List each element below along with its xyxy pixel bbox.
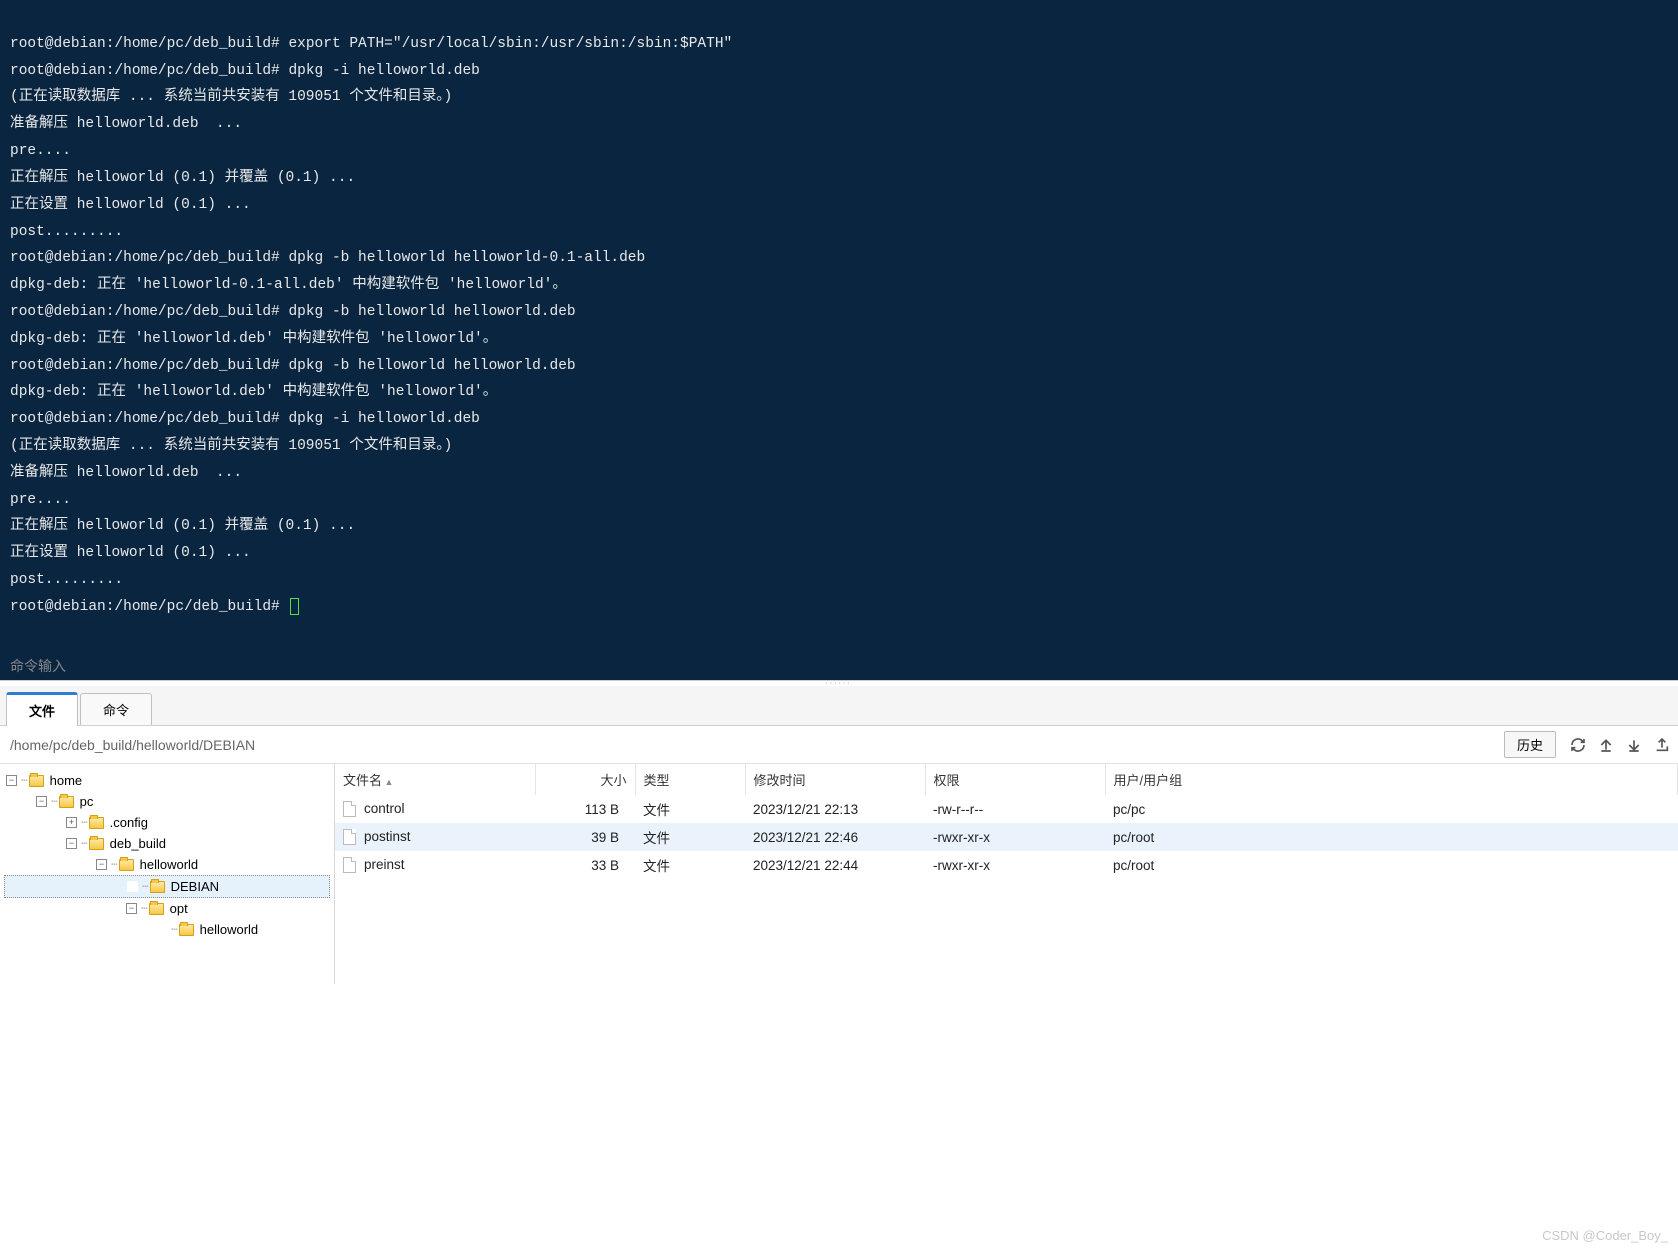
terminal-line: root@debian:/home/pc/deb_build# xyxy=(10,594,1668,621)
folder-icon xyxy=(89,817,104,829)
tree-label: helloworld xyxy=(140,857,199,872)
terminal-line: dpkg-deb: 正在 'helloworld.deb' 中构建软件包 'he… xyxy=(10,379,1668,406)
file-list-header[interactable]: 文件名 大小 类型 修改时间 权限 用户/用户组 xyxy=(335,764,1678,795)
file-icon xyxy=(343,857,356,873)
file-list[interactable]: 文件名 大小 类型 修改时间 权限 用户/用户组 control113 B文件2… xyxy=(335,764,1678,984)
terminal-line: root@debian:/home/pc/deb_build# dpkg -b … xyxy=(10,245,1668,272)
upload-icon[interactable] xyxy=(1598,737,1614,753)
tree-label: deb_build xyxy=(110,836,166,851)
terminal-line: post......... xyxy=(10,567,1668,594)
tree-node-home[interactable]: −┄home xyxy=(4,770,330,791)
terminal-line: 正在设置 helloworld (0.1) ... xyxy=(10,192,1668,219)
terminal-line: dpkg-deb: 正在 'helloworld.deb' 中构建软件包 'he… xyxy=(10,326,1668,353)
cursor xyxy=(290,598,299,615)
terminal-line: root@debian:/home/pc/deb_build# dpkg -i … xyxy=(10,406,1668,433)
tree-node-config[interactable]: +┄.config xyxy=(4,812,330,833)
col-mtime[interactable]: 修改时间 xyxy=(745,764,925,795)
tree-label: helloworld xyxy=(200,922,259,937)
path-input[interactable] xyxy=(8,733,1498,757)
terminal-line: (正在读取数据库 ... 系统当前共安装有 109051 个文件和目录。) xyxy=(10,84,1668,111)
tree-label: .config xyxy=(110,815,148,830)
history-button[interactable]: 历史 xyxy=(1504,731,1556,758)
watermark: CSDN @Coder_Boy_ xyxy=(1542,1228,1668,1243)
terminal-line: 准备解压 helloworld.deb ... xyxy=(10,111,1668,138)
table-row[interactable]: preinst33 B文件2023/12/21 22:44-rwxr-xr-xp… xyxy=(335,851,1678,879)
col-type[interactable]: 类型 xyxy=(635,764,745,795)
terminal-line: (正在读取数据库 ... 系统当前共安装有 109051 个文件和目录。) xyxy=(10,433,1668,460)
panel-tabs: 文件 命令 xyxy=(0,686,1678,726)
col-size[interactable]: 大小 xyxy=(535,764,635,795)
file-toolbar: 历史 xyxy=(0,726,1678,764)
command-input-hint[interactable]: 命令输入 xyxy=(0,648,1678,680)
terminal-line: dpkg-deb: 正在 'helloworld-0.1-all.deb' 中构… xyxy=(10,272,1668,299)
terminal-line: 准备解压 helloworld.deb ... xyxy=(10,460,1668,487)
tab-commands[interactable]: 命令 xyxy=(80,693,152,725)
terminal-output[interactable]: root@debian:/home/pc/deb_build# export P… xyxy=(0,0,1678,648)
col-perm[interactable]: 权限 xyxy=(925,764,1105,795)
col-owner[interactable]: 用户/用户组 xyxy=(1105,764,1678,795)
tree-label: home xyxy=(50,773,83,788)
tree-node-debbuild[interactable]: −┄deb_build xyxy=(4,833,330,854)
folder-tree[interactable]: −┄home −┄pc +┄.config −┄deb_build −┄hell… xyxy=(0,764,335,984)
tree-node-debian[interactable]: ┄DEBIAN xyxy=(4,875,330,898)
folder-icon xyxy=(59,796,74,808)
folder-icon xyxy=(149,903,164,915)
file-icon xyxy=(343,801,356,817)
folder-icon xyxy=(150,881,165,893)
folder-icon xyxy=(89,838,104,850)
terminal-line: pre.... xyxy=(10,138,1668,165)
terminal-line: 正在设置 helloworld (0.1) ... xyxy=(10,540,1668,567)
table-row[interactable]: control113 B文件2023/12/21 22:13-rw-r--r--… xyxy=(335,795,1678,823)
folder-icon xyxy=(179,924,194,936)
terminal-line: pre.... xyxy=(10,487,1668,514)
table-row[interactable]: postinst39 B文件2023/12/21 22:46-rwxr-xr-x… xyxy=(335,823,1678,851)
terminal-line: root@debian:/home/pc/deb_build# dpkg -i … xyxy=(10,58,1668,85)
terminal-line: 正在解压 helloworld (0.1) 并覆盖 (0.1) ... xyxy=(10,165,1668,192)
folder-icon xyxy=(119,859,134,871)
tab-files[interactable]: 文件 xyxy=(6,692,78,726)
refresh-icon[interactable] xyxy=(1570,737,1586,753)
file-icon xyxy=(343,829,356,845)
terminal-line: post......... xyxy=(10,219,1668,246)
tree-label: DEBIAN xyxy=(171,879,219,894)
tree-label: pc xyxy=(80,794,94,809)
tree-label: opt xyxy=(170,901,188,916)
folder-icon xyxy=(29,775,44,787)
tree-node-helloworld[interactable]: −┄helloworld xyxy=(4,854,330,875)
terminal-line: root@debian:/home/pc/deb_build# dpkg -b … xyxy=(10,353,1668,380)
tree-node-opt[interactable]: −┄opt xyxy=(4,898,330,919)
tree-node-opt-helloworld[interactable]: ┄helloworld xyxy=(4,919,330,940)
col-name[interactable]: 文件名 xyxy=(335,764,535,795)
terminal-line: root@debian:/home/pc/deb_build# dpkg -b … xyxy=(10,299,1668,326)
terminal-line: root@debian:/home/pc/deb_build# export P… xyxy=(10,31,1668,58)
tree-node-pc[interactable]: −┄pc xyxy=(4,791,330,812)
terminal-line: 正在解压 helloworld (0.1) 并覆盖 (0.1) ... xyxy=(10,513,1668,540)
export-icon[interactable] xyxy=(1654,737,1670,753)
download-icon[interactable] xyxy=(1626,737,1642,753)
